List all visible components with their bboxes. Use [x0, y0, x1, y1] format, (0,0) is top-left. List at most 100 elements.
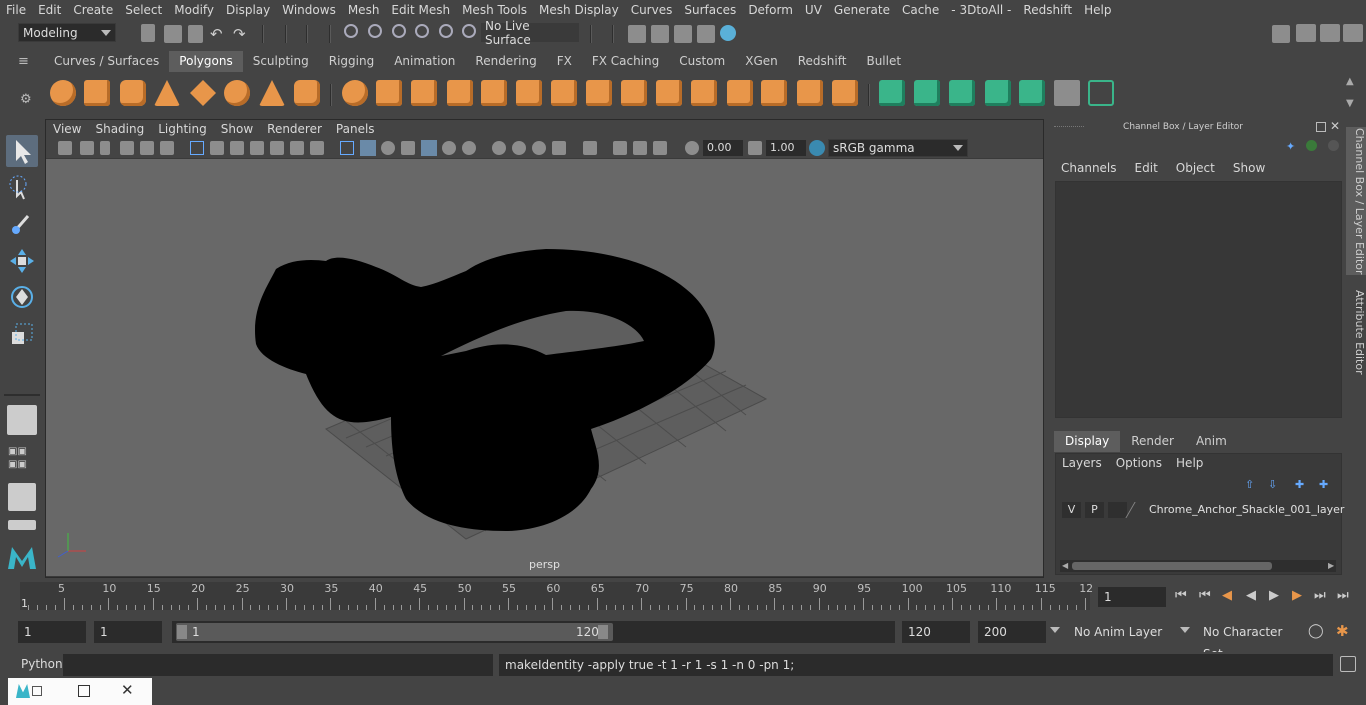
tab-sculpting[interactable]: Sculpting: [242, 51, 319, 72]
field-chart-icon[interactable]: [270, 141, 284, 155]
undo-icon[interactable]: ↶: [210, 25, 228, 43]
menu-edit[interactable]: Edit: [32, 3, 67, 17]
layer-type-toggle[interactable]: [1108, 502, 1127, 518]
anti-aliasing-icon[interactable]: [532, 141, 546, 155]
ipr-render-icon[interactable]: [674, 25, 692, 43]
select-tool[interactable]: [6, 135, 38, 167]
tab-redshift[interactable]: Redshift: [787, 51, 857, 72]
smooth-shade-icon[interactable]: [360, 140, 376, 156]
menu-surfaces[interactable]: Surfaces: [678, 3, 742, 17]
new-layer-icon[interactable]: ✚: [1295, 478, 1304, 491]
mirror-icon[interactable]: [411, 80, 437, 106]
tab-bullet[interactable]: Bullet: [856, 51, 912, 72]
select-by-hierarchy-icon[interactable]: [344, 24, 358, 38]
frame-icon[interactable]: [653, 141, 667, 155]
toggle-attribute-editor-icon[interactable]: [1320, 24, 1340, 42]
tab-anim[interactable]: Anim: [1185, 431, 1238, 452]
new-layer-selected-icon[interactable]: ✚: [1319, 478, 1328, 491]
menu-windows[interactable]: Windows: [276, 3, 342, 17]
snap-curve-icon[interactable]: [439, 24, 453, 38]
poly-torus-icon[interactable]: [224, 80, 250, 106]
layer-name[interactable]: Chrome_Anchor_Shackle_001_layer: [1149, 503, 1344, 516]
step-forward-key-icon[interactable]: ⏭: [1314, 588, 1326, 603]
spherical-uv-icon[interactable]: [949, 80, 975, 106]
auto-key-icon[interactable]: ◯: [1308, 623, 1324, 639]
layer-playback-toggle[interactable]: P: [1085, 502, 1104, 518]
tab-fx[interactable]: FX: [546, 51, 582, 72]
tab-xgen[interactable]: XGen: [735, 51, 788, 72]
exposure-icon[interactable]: [685, 141, 699, 155]
layer-visibility-toggle[interactable]: V: [1062, 502, 1081, 518]
render-settings-icon[interactable]: [697, 25, 715, 43]
exposure-field[interactable]: 0.00: [703, 140, 743, 156]
motion-blur-icon[interactable]: [512, 141, 526, 155]
range-slider-bar[interactable]: [176, 623, 613, 641]
multi-cut-icon[interactable]: [551, 80, 577, 106]
tab-curves-surfaces[interactable]: Curves / Surfaces: [44, 51, 170, 72]
target-weld-icon[interactable]: [621, 80, 647, 106]
depth-of-field-icon[interactable]: [552, 141, 566, 155]
poke-icon[interactable]: [797, 80, 823, 106]
go-to-end-icon[interactable]: ⏭: [1337, 588, 1349, 603]
shadows-icon[interactable]: [462, 141, 476, 155]
toggle-channel-box-icon[interactable]: [1296, 24, 1316, 42]
character-set-dropdown[interactable]: No Character Set: [1197, 621, 1301, 661]
menu-deform[interactable]: Deform: [742, 3, 799, 17]
separate-icon[interactable]: [376, 80, 402, 106]
tab-rendering[interactable]: Rendering: [465, 51, 547, 72]
menu-mesh-display[interactable]: Mesh Display: [533, 3, 625, 17]
bridge-icon[interactable]: [516, 80, 542, 106]
workspace-icon[interactable]: [1272, 25, 1290, 43]
tab-polygons[interactable]: Polygons: [169, 51, 243, 72]
tab-custom[interactable]: Custom: [669, 51, 736, 72]
viewport-menu-shading[interactable]: Shading: [88, 122, 151, 136]
mode-dropdown[interactable]: Modeling: [18, 23, 116, 42]
textured-icon[interactable]: [401, 141, 415, 155]
anim-layer-dropdown[interactable]: No Anim Layer: [1068, 621, 1166, 643]
range-end-handle[interactable]: [598, 625, 608, 639]
layout-two-icon[interactable]: [8, 483, 36, 511]
menu-mesh[interactable]: Mesh: [342, 3, 386, 17]
default-material-icon[interactable]: [381, 141, 395, 155]
bevel-icon[interactable]: [586, 80, 612, 106]
play-backward-icon[interactable]: ◀: [1246, 588, 1256, 603]
viewport-menu-show[interactable]: Show: [214, 122, 260, 136]
close-icon[interactable]: ✕: [121, 681, 134, 699]
float-panel-icon[interactable]: [1316, 122, 1326, 132]
wedge-icon[interactable]: [832, 80, 858, 106]
tab-fx-caching[interactable]: FX Caching: [581, 51, 670, 72]
viewport-menu-renderer[interactable]: Renderer: [260, 122, 329, 136]
menu-select[interactable]: Select: [119, 3, 168, 17]
fit-all-icon[interactable]: [613, 141, 627, 155]
play-forward-icon[interactable]: ▶: [1269, 588, 1279, 603]
menu-uv[interactable]: UV: [799, 3, 828, 17]
layer-scrollbar-thumb[interactable]: [1072, 562, 1272, 570]
layer-row[interactable]: V P Chrome_Anchor_Shackle_001_layer: [1058, 500, 1344, 520]
render-current-icon[interactable]: [651, 25, 669, 43]
uv-checker-icon[interactable]: [1054, 80, 1080, 106]
camera-icon[interactable]: [58, 141, 72, 155]
cb-menu-channels[interactable]: Channels: [1058, 161, 1123, 175]
move-layer-up-icon[interactable]: ⇧: [1245, 478, 1254, 491]
cb-menu-edit[interactable]: Edit: [1123, 161, 1164, 175]
chevron-down-icon[interactable]: [1050, 627, 1060, 633]
keyed-icon[interactable]: [1306, 140, 1317, 151]
manipulator-icon[interactable]: ✦: [1286, 140, 1295, 153]
color-management-icon[interactable]: [809, 140, 825, 156]
animation-start-field[interactable]: 1: [18, 621, 86, 643]
preferences-runner-icon[interactable]: ✱: [1336, 622, 1349, 640]
tab-attribute-editor[interactable]: Attribute Editor: [1346, 287, 1366, 377]
cb-menu-object[interactable]: Object: [1164, 161, 1221, 175]
snap-grid-icon[interactable]: [415, 24, 429, 38]
insert-edge-loop-icon[interactable]: [656, 80, 682, 106]
toggle-tool-settings-icon[interactable]: [1343, 24, 1363, 42]
menu-3dtoall[interactable]: - 3DtoAll -: [945, 3, 1017, 17]
planar-uv-icon[interactable]: [879, 80, 905, 106]
menu-create[interactable]: Create: [67, 3, 119, 17]
render-view-icon[interactable]: [628, 25, 646, 43]
redo-icon[interactable]: ↷: [233, 25, 251, 43]
gamma-field[interactable]: 1.00: [766, 140, 806, 156]
animation-end-field[interactable]: 200: [978, 621, 1046, 643]
xray-icon[interactable]: [421, 140, 437, 156]
open-scene-icon[interactable]: [164, 25, 182, 43]
